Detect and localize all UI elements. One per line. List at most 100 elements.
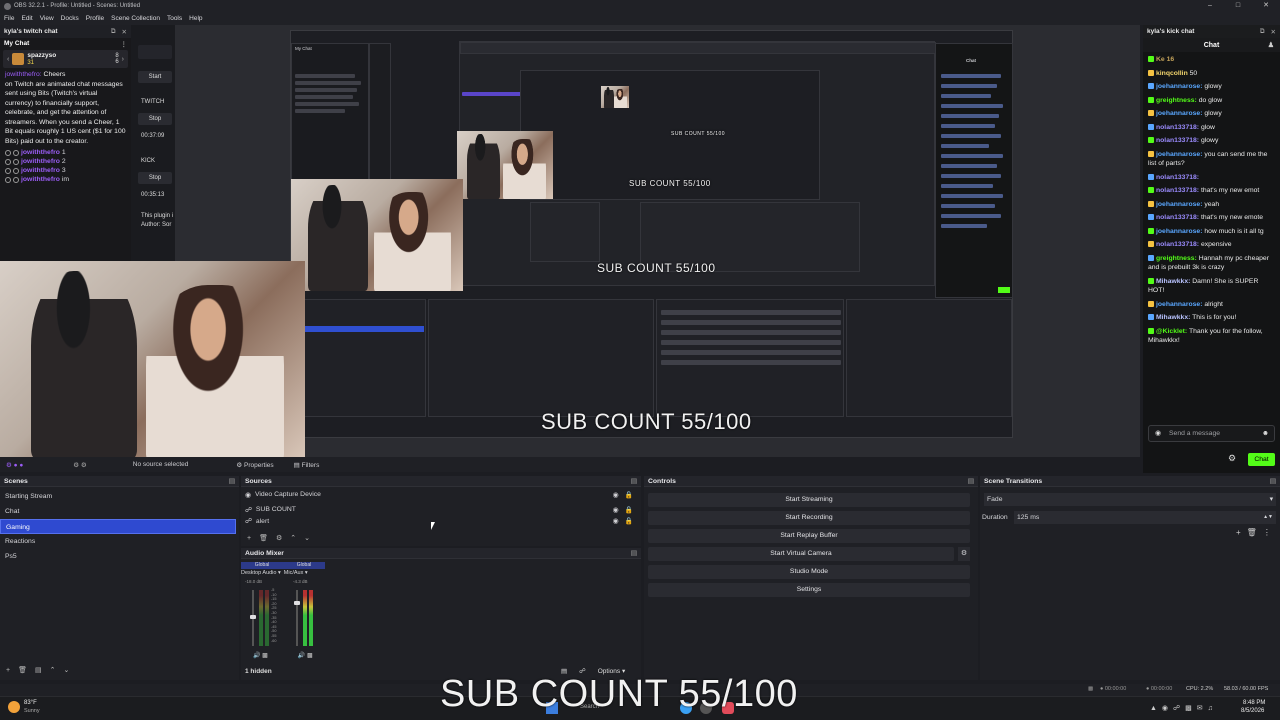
kick-username[interactable]: nolan133718: <box>1156 241 1199 248</box>
dock-menu-icon[interactable]: ▤ <box>968 477 974 485</box>
lock-icon[interactable]: 🔒 <box>625 491 633 499</box>
close-icon[interactable]: ✕ <box>1252 0 1280 12</box>
chevron-up-icon[interactable]: ⌃ <box>290 534 296 542</box>
start-virtual-camera-button[interactable]: Start Virtual Camera <box>648 547 954 561</box>
speaker-icon[interactable]: 🔊 ▩ <box>298 652 313 659</box>
start-replay-buffer-button[interactable]: Start Replay Buffer <box>648 529 970 543</box>
kick-username[interactable]: joehannarose: <box>1156 151 1202 158</box>
menu-view[interactable]: View <box>40 15 54 22</box>
chevron-down-icon[interactable]: ⌄ <box>304 534 310 542</box>
duration-input[interactable]: 125 ms ▲▼ <box>1014 511 1276 524</box>
source-item-alert[interactable]: ☍ alert ◉ 🔒 <box>241 517 641 526</box>
maximize-icon[interactable]: □ <box>1224 0 1252 12</box>
kick-username[interactable]: nolan133718: <box>1156 214 1199 221</box>
minimize-icon[interactable]: – <box>1196 0 1224 12</box>
kick-username[interactable]: nolan133718: <box>1156 137 1199 144</box>
settings-button[interactable]: Settings <box>648 583 970 597</box>
filters-button[interactable]: ▤ Filters <box>294 461 320 469</box>
kick-username[interactable]: Ke 16 <box>1156 56 1174 63</box>
smiley-icon[interactable]: ☻ <box>1262 426 1269 441</box>
scene-item-ps5[interactable]: Ps5 <box>0 549 236 564</box>
kick-username[interactable]: joehannarose: <box>1156 110 1202 117</box>
chevron-down-icon[interactable]: ⌄ <box>63 666 69 674</box>
menu-scene-collection[interactable]: Scene Collection <box>111 15 160 22</box>
kick-username[interactable]: kinqcollin <box>1156 70 1188 77</box>
add-icon[interactable]: + <box>6 667 10 674</box>
gear-icon[interactable]: ⚙ <box>276 534 282 542</box>
chevron-left-icon[interactable]: ‹ <box>7 56 9 63</box>
scene-item-reactions[interactable]: Reactions <box>0 534 236 549</box>
twitch-stop-button[interactable]: Stop <box>138 113 172 125</box>
kick-message-input[interactable]: ◉ Send a message ☻ <box>1148 425 1275 442</box>
kick-username[interactable]: greightness: <box>1156 97 1197 104</box>
float-icon[interactable]: ⧉ <box>111 28 116 36</box>
dock-menu-icon[interactable]: ▤ <box>1270 477 1276 485</box>
eye-icon[interactable]: ◉ <box>613 491 619 499</box>
close-icon[interactable]: ✕ <box>1271 28 1276 36</box>
dock-menu-icon[interactable]: ▤ <box>229 477 235 485</box>
desktop-audio-label[interactable]: Desktop Audio ▾ <box>241 570 281 576</box>
more-icon[interactable]: ⋮ <box>1263 528 1271 537</box>
kick-username[interactable]: joehannarose: <box>1156 301 1202 308</box>
menu-tools[interactable]: Tools <box>167 15 182 22</box>
mic-aux-knob[interactable] <box>294 601 300 606</box>
users-icon[interactable]: ♟ <box>1268 41 1274 49</box>
menu-help[interactable]: Help <box>189 15 202 22</box>
kick-username[interactable]: joehannarose: <box>1156 83 1202 90</box>
chevron-up-icon[interactable]: ⌃ <box>50 666 56 674</box>
scene-canvas[interactable]: My Chat Chat SUB COUNT 55/100 SUB COUNT … <box>290 30 1013 438</box>
dock-menu-icon[interactable]: ▤ <box>631 549 637 557</box>
menu-profile[interactable]: Profile <box>86 15 104 22</box>
scene-item-chat[interactable]: Chat <box>0 504 236 519</box>
gear-icon[interactable]: ⚙ <box>958 547 970 561</box>
add-icon[interactable]: + <box>247 535 251 542</box>
studio-mode-button[interactable]: Studio Mode <box>648 565 970 579</box>
filter-icons[interactable]: ⚙ ⚙ <box>73 461 86 469</box>
trash-icon[interactable]: 🗑 <box>259 534 268 542</box>
more-icon[interactable]: ⋮ <box>121 40 128 48</box>
scene-item-starting-stream[interactable]: Starting Stream <box>0 489 236 504</box>
kick-username[interactable]: Mihawkkx: <box>1156 314 1190 321</box>
eye-icon[interactable]: ◉ <box>613 517 619 525</box>
desktop-audio-knob[interactable] <box>250 615 256 620</box>
add-icon[interactable]: + <box>1236 528 1241 537</box>
menu-file[interactable]: File <box>4 15 14 22</box>
start-button[interactable]: Start <box>138 71 172 83</box>
trash-icon[interactable]: 🗑 <box>1247 528 1257 537</box>
menu-docks[interactable]: Docks <box>61 15 79 22</box>
kick-username[interactable]: joehannarose: <box>1156 228 1202 235</box>
kick-chat-send-button[interactable]: Chat <box>1248 453 1275 466</box>
kick-chat-tab[interactable]: Chat ♟ <box>1143 38 1280 52</box>
start-recording-button[interactable]: Start Recording <box>648 511 970 525</box>
kick-stop-button[interactable]: Stop <box>138 172 172 184</box>
kick-username[interactable]: nolan133718: <box>1156 124 1199 131</box>
source-item-video-capture[interactable]: ◉ Video Capture Device ◉ 🔒 <box>241 487 641 502</box>
trash-icon[interactable]: 🗑 <box>18 666 27 674</box>
blank-field[interactable] <box>138 45 172 59</box>
filter-icon[interactable]: ▤ <box>35 666 42 674</box>
float-icon[interactable]: ⧉ <box>1260 28 1265 36</box>
chevron-right-icon[interactable]: › <box>122 56 124 63</box>
gear-icon[interactable]: ⚙ <box>1228 453 1236 464</box>
menu-edit[interactable]: Edit <box>21 15 32 22</box>
lock-icon[interactable]: 🔒 <box>625 517 633 525</box>
properties-button[interactable]: ⚙ Properties <box>236 461 273 469</box>
source-item-sub-count[interactable]: ☍ SUB COUNT ◉ 🔒 <box>241 502 641 517</box>
eye-icon[interactable]: ◉ <box>613 506 619 514</box>
mic-aux-fader[interactable] <box>296 590 298 646</box>
transition-select[interactable]: Fade ▾ <box>984 493 1276 506</box>
lock-icon[interactable]: 🔒 <box>625 506 633 514</box>
system-tray-icons[interactable]: ▲◉☍▩✉♫ <box>1150 704 1218 712</box>
close-icon[interactable]: ✕ <box>122 28 127 36</box>
kick-username[interactable]: greightness: <box>1156 255 1197 262</box>
emote-icon[interactable]: ◉ <box>1155 426 1161 441</box>
kick-username[interactable]: nolan133718: <box>1156 174 1199 181</box>
dock-menu-icon[interactable]: ▤ <box>631 477 637 485</box>
mic-aux-label[interactable]: Mic/Aux ▾ <box>284 570 308 576</box>
sun-icon[interactable] <box>8 701 20 713</box>
scene-item-gaming[interactable]: Gaming <box>0 519 236 534</box>
start-streaming-button[interactable]: Start Streaming <box>648 493 970 507</box>
kick-username[interactable]: joehannarose: <box>1156 201 1202 208</box>
kick-username[interactable]: nolan133718: <box>1156 187 1199 194</box>
scene-toolbar-icons[interactable]: ⚙ ● ● <box>6 461 23 469</box>
